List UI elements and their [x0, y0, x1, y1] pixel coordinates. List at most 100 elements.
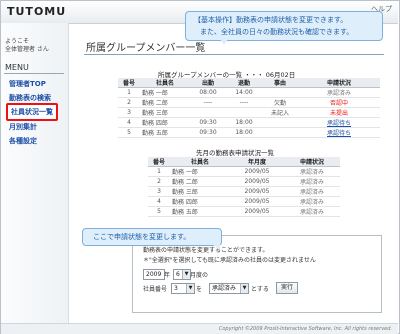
sidebar-item-monthly-summary[interactable]: 月別集計: [9, 122, 37, 132]
month-select[interactable]: 6 ▼: [173, 269, 191, 280]
form-description: 勤務表の申請状態を変更することができます。: [143, 247, 269, 254]
row-name: 勤務 四郎: [170, 196, 230, 207]
row-name: 勤務 五郎: [170, 206, 230, 217]
callout-pointer: [212, 244, 220, 250]
row-name: 勤務 三郎: [140, 107, 190, 118]
monthly-table-header: 番号 社員名 年月度 申請状況: [148, 157, 340, 167]
col-number: 番号: [148, 157, 170, 167]
callout-change-status: ここで申請状態を変更します。: [82, 228, 222, 246]
table-row: 3 勤務 三郎 2009/05 承認済み: [148, 186, 340, 197]
year-select-value: 2009: [146, 271, 162, 278]
monthly-table-caption: 先月の勤務表申請状況一覧: [196, 149, 274, 157]
chevron-down-icon: ▼: [240, 284, 248, 293]
row-clock-in: 09:30: [190, 117, 226, 128]
row-clock-in: 08:00: [190, 87, 226, 98]
row-status: 承認済み: [284, 166, 340, 177]
row-clock-out: ----: [226, 97, 262, 108]
status-change-form: 勤務表の申請状態を変更することができます。 ＊"全選択"を選択しても既に承認済み…: [132, 235, 382, 313]
row-reason: 欠勤: [262, 97, 298, 108]
menu-divider: [4, 73, 64, 74]
row-clock-out: [226, 107, 262, 118]
row-status-link[interactable]: 承認待ち: [298, 117, 380, 128]
table-row: 2 勤務 二郎 ---- ---- 欠勤 否認中: [118, 97, 380, 108]
col-status: 申請状況: [284, 157, 340, 167]
sidebar-item-timesheet-search[interactable]: 勤務表の検索: [9, 93, 51, 103]
row-clock-in: ----: [190, 97, 226, 108]
row-status: 承認済み: [284, 176, 340, 187]
row-reason: [262, 117, 298, 128]
row-year-month: 2009/05: [230, 166, 284, 177]
callout-pointer: [220, 39, 228, 45]
callout-change-status-text: ここで申請状態を変更します。: [93, 233, 191, 241]
row-year-month: 2009/05: [230, 186, 284, 197]
col-year-month: 年月度: [230, 157, 284, 167]
row-reason: [262, 127, 298, 138]
row-status: 承認済み: [284, 186, 340, 197]
row-status: 承認済み: [284, 196, 340, 207]
row-clock-in: 09:30: [190, 127, 226, 138]
welcome-line-1: ようこそ: [5, 38, 30, 45]
status-select-value: 承認済み: [212, 285, 237, 292]
table-row: 4 勤務 四郎 2009/05 承認済み: [148, 196, 340, 207]
table-row: 5 勤務 五郎 2009/05 承認済み: [148, 206, 340, 217]
main-content: 所属グループメンバー一覧 所属グループメンバーの一覧 ・・・ 06月02日 番号…: [70, 24, 398, 323]
row-reason: [262, 87, 298, 98]
row-reason: 未記入: [262, 107, 298, 118]
title-divider: [84, 54, 384, 55]
month-suffix: 月度の: [190, 272, 209, 279]
col-clock-in: 出勤: [190, 78, 226, 88]
row-number: 5: [148, 206, 170, 217]
row-clock-out: 14:00: [226, 87, 262, 98]
row-number: 1: [118, 87, 140, 98]
table-row: 5 勤務 五郎 09:30 18:00 承認待ち: [118, 127, 380, 138]
row-clock-out: 18:00: [226, 127, 262, 138]
employee-number-select[interactable]: 3 ▼: [171, 283, 195, 294]
row-number: 3: [118, 107, 140, 118]
page-title: 所属グループメンバー一覧: [86, 43, 206, 54]
menu-title: MENU: [5, 63, 29, 72]
row-status: 承認済み: [298, 87, 380, 98]
row-status: 承認済み: [284, 206, 340, 217]
status-select[interactable]: 承認済み ▼: [209, 283, 249, 294]
members-table-header: 番号 社員名 出勤 退勤 事由 申請状況: [118, 78, 380, 88]
employee-number-label: 社員番号: [143, 286, 168, 293]
col-reason: 事由: [262, 78, 298, 88]
row-number: 4: [118, 117, 140, 128]
welcome-text: ようこそ 全体管理者 さん: [5, 38, 49, 54]
row-number: 2: [148, 176, 170, 187]
table-row: 4 勤務 四郎 09:30 18:00 承認待ち: [118, 117, 380, 128]
table-row: 2 勤務 二郎 2009/05 承認済み: [148, 176, 340, 187]
row-status-link[interactable]: 承認待ち: [298, 127, 380, 138]
chevron-down-icon: ▼: [182, 270, 190, 279]
row-number: 4: [148, 196, 170, 207]
sidebar-item-settings[interactable]: 各種設定: [9, 136, 37, 146]
col-number: 番号: [118, 78, 140, 88]
month-select-value: 6: [176, 271, 180, 278]
row-name: 勤務 五郎: [140, 127, 190, 138]
row-status: 否認中: [298, 97, 380, 108]
members-table: 番号 社員名 出勤 退勤 事由 申請状況 1 勤務 一郎 08:00 14:00…: [118, 78, 380, 138]
callout-basic-operation-line-1: 【基本操作】勤務表の申請状態を変更できます。: [194, 16, 348, 24]
year-select[interactable]: 2009: [143, 269, 165, 280]
row-number: 5: [118, 127, 140, 138]
app-logo: TUTOMU: [7, 5, 67, 18]
year-suffix: 年: [164, 272, 171, 279]
execute-button[interactable]: 実行: [276, 282, 299, 294]
welcome-user: 全体管理者 さん: [5, 46, 49, 53]
row-name: 勤務 一郎: [170, 166, 230, 177]
col-clock-out: 退勤: [226, 78, 262, 88]
sidebar-item-admin-top[interactable]: 管理者TOP: [9, 79, 46, 89]
row-name: 勤務 二郎: [170, 176, 230, 187]
row-year-month: 2009/05: [230, 206, 284, 217]
form-note: ＊"全選択"を選択しても既に承認済みの社員のは変更されません: [143, 257, 316, 264]
copyright-text: Copyright ©2009 Prosit-Interactive Softw…: [218, 326, 392, 332]
table-row: 3 勤務 三郎 未記入 未提出: [118, 107, 380, 118]
table-row: 1 勤務 一郎 08:00 14:00 承認済み: [118, 87, 380, 98]
row-name: 勤務 三郎: [170, 186, 230, 197]
row-number: 1: [148, 166, 170, 177]
monthly-table: 番号 社員名 年月度 申請状況 1 勤務 一郎 2009/05 承認済み 2 勤…: [148, 157, 340, 217]
table-row: 1 勤務 一郎 2009/05 承認済み: [148, 166, 340, 177]
row-clock-in: [190, 107, 226, 118]
col-name: 社員名: [140, 78, 190, 88]
sidebar-item-employee-status[interactable]: 社員状況一覧: [6, 103, 58, 121]
